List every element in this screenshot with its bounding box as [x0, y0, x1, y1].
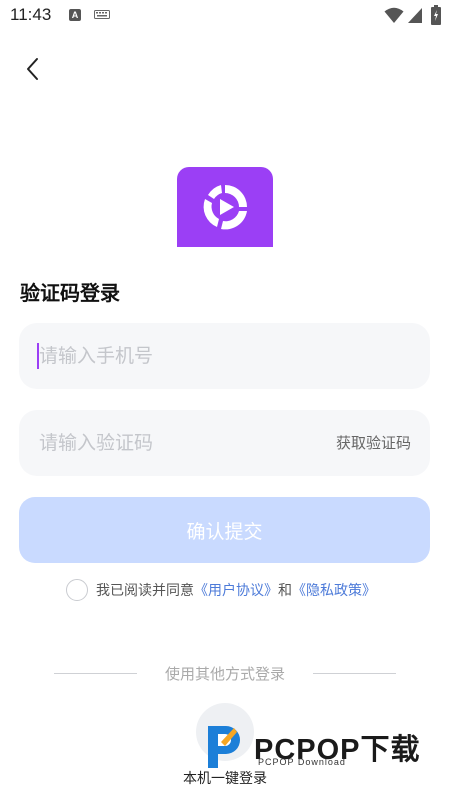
agreement-and: 和	[278, 583, 292, 599]
page-title: 验证码登录	[20, 281, 120, 305]
code-field[interactable]: 获取验证码	[19, 410, 430, 476]
battery-charging-icon	[431, 5, 441, 25]
get-code-button[interactable]: 获取验证码	[336, 410, 411, 476]
privacy-policy-link[interactable]: 《隐私政策》	[292, 580, 376, 600]
keyboard-icon	[94, 10, 110, 19]
back-button[interactable]	[18, 54, 46, 84]
phone-field[interactable]	[19, 323, 430, 389]
other-login-label: 使用其他方式登录	[164, 665, 285, 683]
code-input[interactable]	[39, 410, 339, 476]
agreement-prefix: 我已阅读并同意	[96, 583, 194, 599]
status-bar: 11:43 A	[0, 0, 450, 32]
status-time: 11:43	[10, 5, 52, 24]
chevron-left-icon	[27, 58, 38, 80]
accessibility-a-icon: A	[69, 9, 81, 21]
signal-icon	[408, 8, 422, 23]
quick-login-label[interactable]: 本机一键登录	[0, 768, 450, 788]
watermark: PCPOP下载 PCPOP Download	[204, 716, 434, 776]
wifi-icon	[384, 7, 404, 23]
app-logo-play-icon	[203, 185, 247, 230]
user-agreement-link[interactable]: 《用户协议》	[194, 580, 278, 600]
agreement-checkbox[interactable]	[66, 579, 88, 601]
pcpop-logo-icon	[208, 726, 240, 768]
phone-input[interactable]	[39, 323, 339, 389]
submit-button[interactable]: 确认提交	[19, 497, 430, 563]
text-caret	[37, 343, 39, 369]
agreement-row: 我已阅读并同意 《用户协议》 和 《隐私政策》	[66, 578, 376, 602]
watermark-sub: PCPOP Download	[258, 757, 346, 767]
app-logo	[177, 167, 273, 247]
